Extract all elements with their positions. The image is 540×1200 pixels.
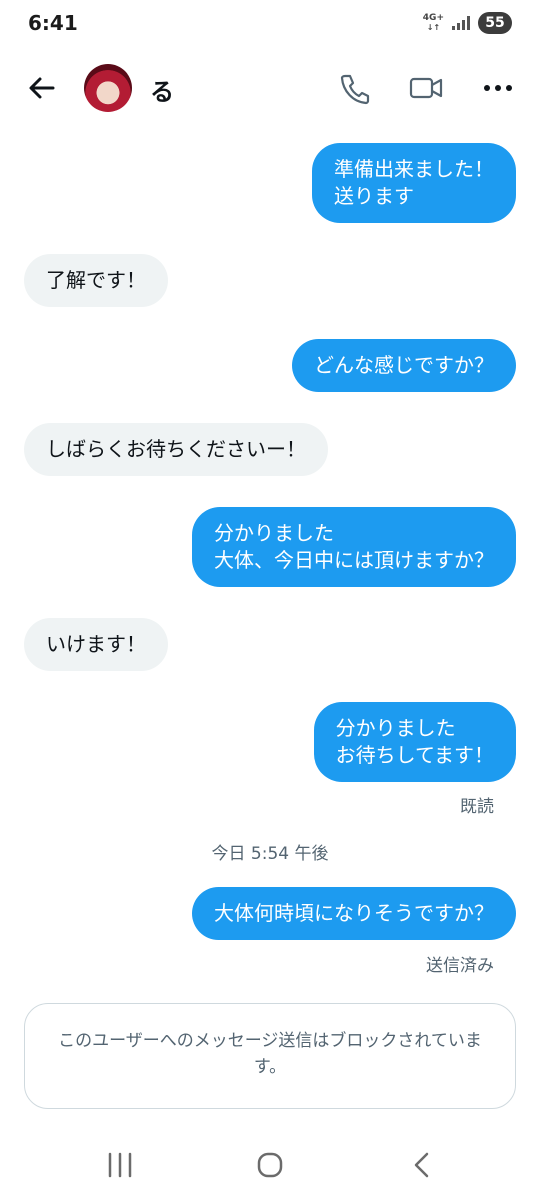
date-divider: 今日 5:54 午後 [211, 844, 329, 864]
back-nav-icon[interactable] [402, 1148, 442, 1182]
message-bubble-outgoing[interactable]: 分かりました お待ちしてます！ [313, 702, 516, 782]
conversation-header: る [0, 56, 540, 120]
read-receipt: 既読 [460, 797, 494, 817]
home-icon[interactable] [250, 1148, 290, 1182]
system-navigation-bar [0, 1130, 540, 1200]
network-type-label: 4G+ [422, 13, 444, 23]
signal-icon [452, 16, 470, 30]
back-arrow-icon[interactable] [24, 70, 60, 106]
video-call-icon[interactable] [408, 70, 444, 106]
avatar[interactable] [84, 64, 132, 112]
more-options-icon[interactable] [480, 70, 516, 106]
message-bubble-outgoing[interactable]: どんな感じですか？ [292, 339, 516, 392]
status-time: 6:41 [28, 11, 78, 35]
message-bubble-outgoing[interactable]: 分かりました 大体、今日中には頂けますか？ [192, 507, 516, 587]
message-bubble-outgoing[interactable]: 大体何時頃になりそうですか？ [192, 887, 516, 940]
status-icons: 4G+ ↓↑ 55 [423, 12, 512, 34]
blocked-notice: このユーザーへのメッセージ送信はブロックされています。 [24, 1003, 516, 1109]
sent-status: 送信済み [426, 956, 494, 976]
recent-apps-icon[interactable] [100, 1148, 140, 1182]
battery-icon: 55 [478, 12, 512, 34]
battery-level: 55 [485, 15, 505, 31]
message-bubble-outgoing[interactable]: 準備出来ました！ 送ります [312, 143, 516, 223]
network-type-icon: 4G+ ↓↑ [422, 13, 444, 33]
contact-name[interactable]: る [150, 72, 174, 107]
message-bubble-incoming[interactable]: 了解です！ [24, 254, 168, 307]
message-bubble-incoming[interactable]: いけます！ [24, 618, 168, 671]
phone-icon[interactable] [336, 70, 372, 106]
status-bar: 6:41 4G+ ↓↑ 55 [0, 0, 540, 48]
message-bubble-incoming[interactable]: しばらくお待ちくださいー！ [24, 423, 328, 476]
